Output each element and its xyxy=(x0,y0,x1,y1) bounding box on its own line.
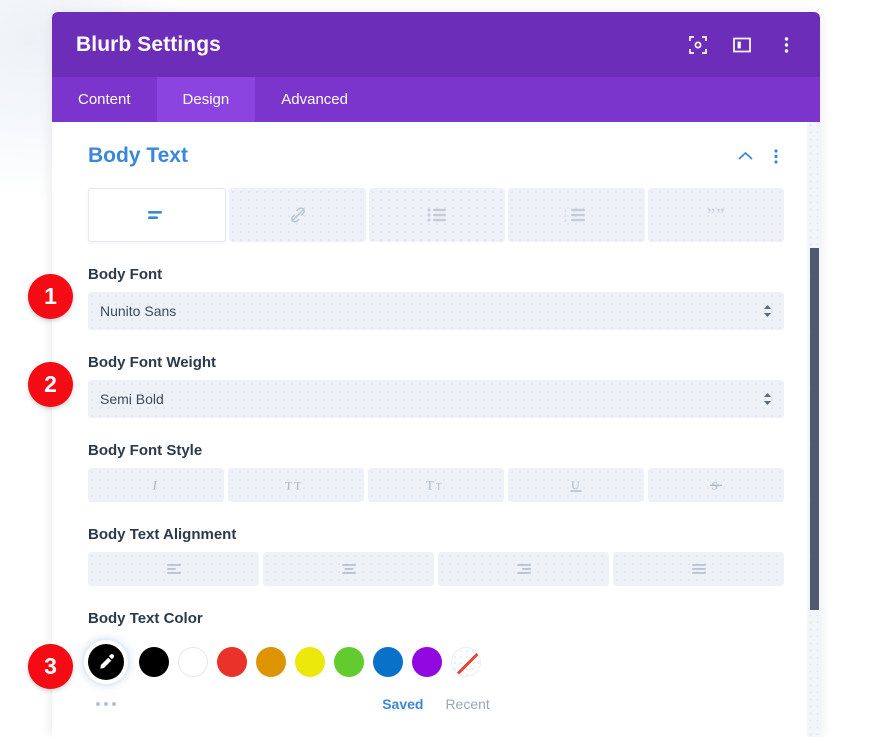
swatch-white[interactable] xyxy=(178,647,208,677)
fullscreen-icon[interactable] xyxy=(688,35,708,55)
ordered-list-icon: 1 2 3 xyxy=(564,207,588,223)
recent-tab[interactable]: Recent xyxy=(445,696,489,712)
mode-tab-ordered-list[interactable]: 1 2 3 xyxy=(508,188,645,242)
color-footer: Saved Recent xyxy=(88,691,784,717)
mode-tab-paragraph-text[interactable] xyxy=(88,188,227,242)
color-swatch-row xyxy=(88,637,784,687)
section-controls xyxy=(737,148,784,164)
svg-text:T: T xyxy=(436,482,442,492)
tab-design[interactable]: Design xyxy=(156,77,256,122)
blurb-settings-panel: Blurb Settings Content Design Advanced B… xyxy=(52,12,820,737)
swatch-yellow[interactable] xyxy=(295,647,325,677)
align-left-button[interactable] xyxy=(88,552,259,586)
body-font-value: Nunito Sans xyxy=(100,303,177,319)
link-icon xyxy=(288,205,308,225)
field-body-font-style: Body Font Style I T T T T U xyxy=(88,442,784,502)
text-mode-toolbar: 1 2 3 ” ” xyxy=(88,188,785,242)
underline-icon: U xyxy=(567,477,585,494)
uppercase-icon: T T xyxy=(284,477,308,493)
swatch-blue[interactable] xyxy=(373,647,403,677)
chevron-up-icon[interactable] xyxy=(737,148,753,164)
body-font-style-label: Body Font Style xyxy=(88,442,203,459)
annotation-badge-2: 2 xyxy=(28,362,73,407)
body-font-weight-label: Body Font Weight xyxy=(88,354,217,371)
more-vertical-icon[interactable] xyxy=(776,35,796,55)
strikethrough-icon: S xyxy=(707,477,725,493)
align-justify-button[interactable] xyxy=(613,552,784,586)
svg-text:I: I xyxy=(152,478,158,493)
swatch-black[interactable] xyxy=(139,647,169,677)
align-right-button[interactable] xyxy=(438,552,609,586)
swatch-none[interactable] xyxy=(451,647,481,677)
align-right-icon xyxy=(514,562,534,576)
italic-button[interactable]: I xyxy=(88,468,224,502)
layout-panel-icon[interactable] xyxy=(732,35,752,55)
swatch-red[interactable] xyxy=(217,647,247,677)
svg-text:3: 3 xyxy=(564,218,567,223)
mode-tab-link[interactable] xyxy=(229,188,366,242)
body-font-label: Body Font xyxy=(88,266,163,283)
settings-tab-bar: Content Design Advanced xyxy=(52,77,820,122)
field-body-font-weight: Body Font Weight Semi Bold xyxy=(88,354,784,418)
annotation-badge-1: 1 xyxy=(28,274,73,319)
svg-text:T: T xyxy=(294,479,302,493)
body-text-section-header: Body Text xyxy=(88,122,784,176)
page-title: Blurb Settings xyxy=(76,32,221,56)
swatch-purple[interactable] xyxy=(412,647,442,677)
select-spinner-icon xyxy=(763,392,772,406)
more-colors-icon[interactable] xyxy=(88,702,124,706)
settings-body: Body Text 1 2 3 ” ” Body Font Nunito San… xyxy=(52,122,820,737)
mode-tab-unordered-list[interactable] xyxy=(368,188,506,242)
italic-icon: I xyxy=(148,477,164,493)
section-more-vertical-icon[interactable] xyxy=(768,148,784,164)
panel-header: Blurb Settings xyxy=(52,12,820,77)
field-body-text-color: Body Text Color Saved Recent xyxy=(88,610,784,717)
swatch-orange[interactable] xyxy=(256,647,286,677)
body-font-select[interactable]: Nunito Sans xyxy=(88,292,784,330)
saved-recent-toggle: Saved Recent xyxy=(382,696,490,712)
tab-advanced[interactable]: Advanced xyxy=(255,77,374,122)
field-body-text-alignment: Body Text Alignment xyxy=(88,526,784,586)
unordered-list-icon xyxy=(426,207,448,223)
svg-text:”: ” xyxy=(707,206,715,224)
capitalize-icon: T T xyxy=(424,477,448,493)
field-body-font: Body Font Nunito Sans xyxy=(88,266,784,330)
blockquote-icon: ” ” xyxy=(705,206,727,224)
section-title: Body Text xyxy=(88,144,188,167)
svg-text:U: U xyxy=(571,478,580,492)
eyedropper-icon[interactable] xyxy=(88,644,124,680)
vertical-scrollbar-track[interactable] xyxy=(807,122,820,737)
align-justify-icon xyxy=(689,562,709,576)
saved-tab[interactable]: Saved xyxy=(382,696,423,712)
annotation-badge-3: 3 xyxy=(28,644,73,689)
align-left-icon xyxy=(164,562,184,576)
strikethrough-button[interactable]: S xyxy=(648,468,784,502)
uppercase-button[interactable]: T T xyxy=(228,468,364,502)
align-center-icon xyxy=(339,562,359,576)
paragraph-text-icon xyxy=(146,207,168,223)
svg-text:”: ” xyxy=(716,206,724,224)
alignment-button-row xyxy=(88,552,784,586)
svg-text:T: T xyxy=(285,479,293,493)
body-text-alignment-label: Body Text Alignment xyxy=(88,526,237,543)
underline-button[interactable]: U xyxy=(508,468,644,502)
header-icon-group xyxy=(688,35,796,55)
body-font-weight-select[interactable]: Semi Bold xyxy=(88,380,784,418)
swatch-green[interactable] xyxy=(334,647,364,677)
capitalize-button[interactable]: T T xyxy=(368,468,504,502)
tab-content[interactable]: Content xyxy=(52,77,157,122)
mode-tab-blockquote[interactable]: ” ” xyxy=(647,188,785,242)
body-text-color-label: Body Text Color xyxy=(88,610,203,627)
select-spinner-icon xyxy=(763,304,772,318)
body-font-weight-value: Semi Bold xyxy=(100,391,164,407)
align-center-button[interactable] xyxy=(263,552,434,586)
font-style-button-row: I T T T T U xyxy=(88,468,784,502)
vertical-scrollbar-thumb[interactable] xyxy=(810,248,819,610)
svg-text:T: T xyxy=(426,478,434,493)
